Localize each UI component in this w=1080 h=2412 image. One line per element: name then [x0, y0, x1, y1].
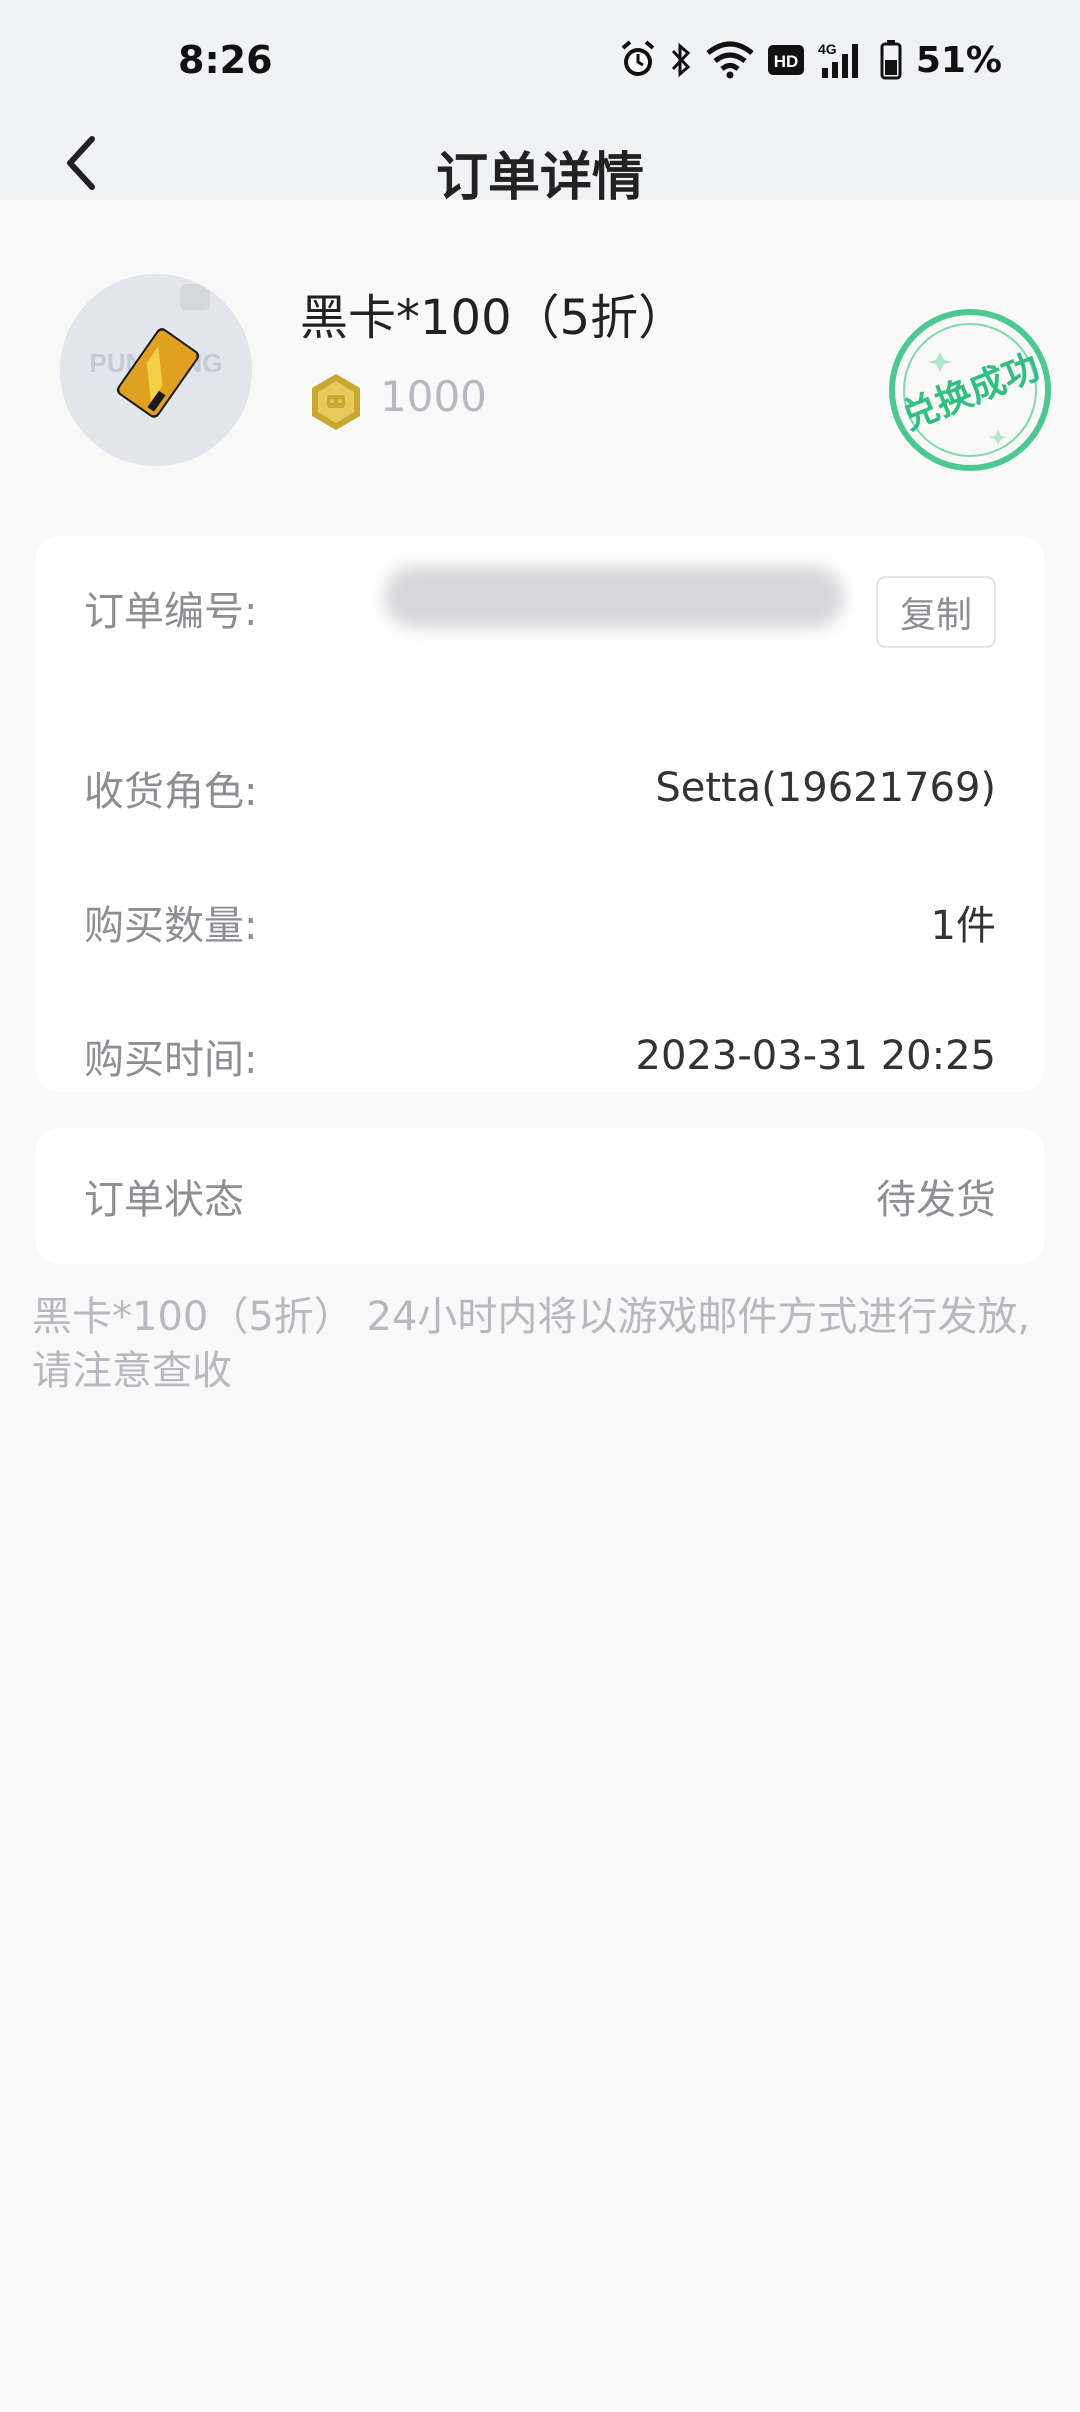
svg-text:HD: HD	[774, 52, 799, 71]
delivery-notice-line2: 请注意查收	[32, 1348, 232, 1394]
order-status-label: 订单状态	[84, 1177, 244, 1223]
product-name: 黑卡*100（5折）	[300, 290, 687, 346]
product-price: 1000	[380, 372, 487, 421]
quantity-row: 购买数量: 1件	[84, 892, 996, 952]
copy-button[interactable]: 复制	[876, 576, 996, 648]
purchase-time-value: 2023-03-31 20:25	[635, 1033, 996, 1079]
battery-percent: 51%	[915, 39, 1002, 81]
svg-text:兑换成功: 兑换成功	[896, 346, 1045, 438]
quantity-label: 购买数量:	[84, 903, 258, 949]
bluetooth-icon	[670, 41, 692, 79]
purchase-time-label: 购买时间:	[84, 1037, 258, 1083]
delivery-notice-line1: 黑卡*100（5折） 24小时内将以游戏邮件方式进行发放,	[32, 1294, 1031, 1340]
alarm-icon	[620, 40, 656, 80]
order-status-value: 待发货	[876, 1177, 996, 1223]
purchase-time-row: 购买时间: 2023-03-31 20:25	[84, 1026, 996, 1086]
signal-4g-icon: 4G	[818, 40, 866, 80]
status-time: 8:26	[178, 38, 273, 82]
coin-icon	[312, 374, 360, 430]
delivery-notice: 黑卡*100（5折） 24小时内将以游戏邮件方式进行发放, 请注意查收	[32, 1290, 1052, 1398]
page-title: 订单详情	[435, 148, 644, 208]
recipient-role-row: 收货角色: Setta(19621769)	[84, 758, 996, 818]
order-status-card: 订单状态 待发货	[36, 1128, 1044, 1264]
recipient-role-label: 收货角色:	[84, 769, 258, 815]
order-number-label: 订单编号:	[84, 589, 258, 635]
hd-icon: HD	[767, 45, 804, 75]
success-stamp: 兑换成功	[889, 309, 1051, 471]
battery-icon	[880, 40, 902, 80]
svg-text:4G: 4G	[818, 41, 837, 57]
nav-bar: 订单详情	[0, 125, 1080, 208]
status-bar: 8:26 HD 4G 51%	[0, 0, 1080, 125]
product-thumbnail: PUNKONG	[60, 274, 252, 466]
order-details-card: 订单编号: 复制 收货角色: Setta(19621769) 购买数量: 1件 …	[36, 536, 1044, 1092]
status-icons: HD 4G 51%	[620, 36, 1002, 84]
wifi-icon	[706, 41, 754, 79]
quantity-value: 1件	[930, 903, 996, 949]
order-number-value	[384, 566, 844, 628]
order-status-row: 订单状态 待发货	[84, 1166, 996, 1226]
product-header: PUNKONG 黑卡*100（5折） 1000 兑换成功	[0, 200, 1080, 510]
recipient-role-value: Setta(19621769)	[655, 765, 996, 811]
